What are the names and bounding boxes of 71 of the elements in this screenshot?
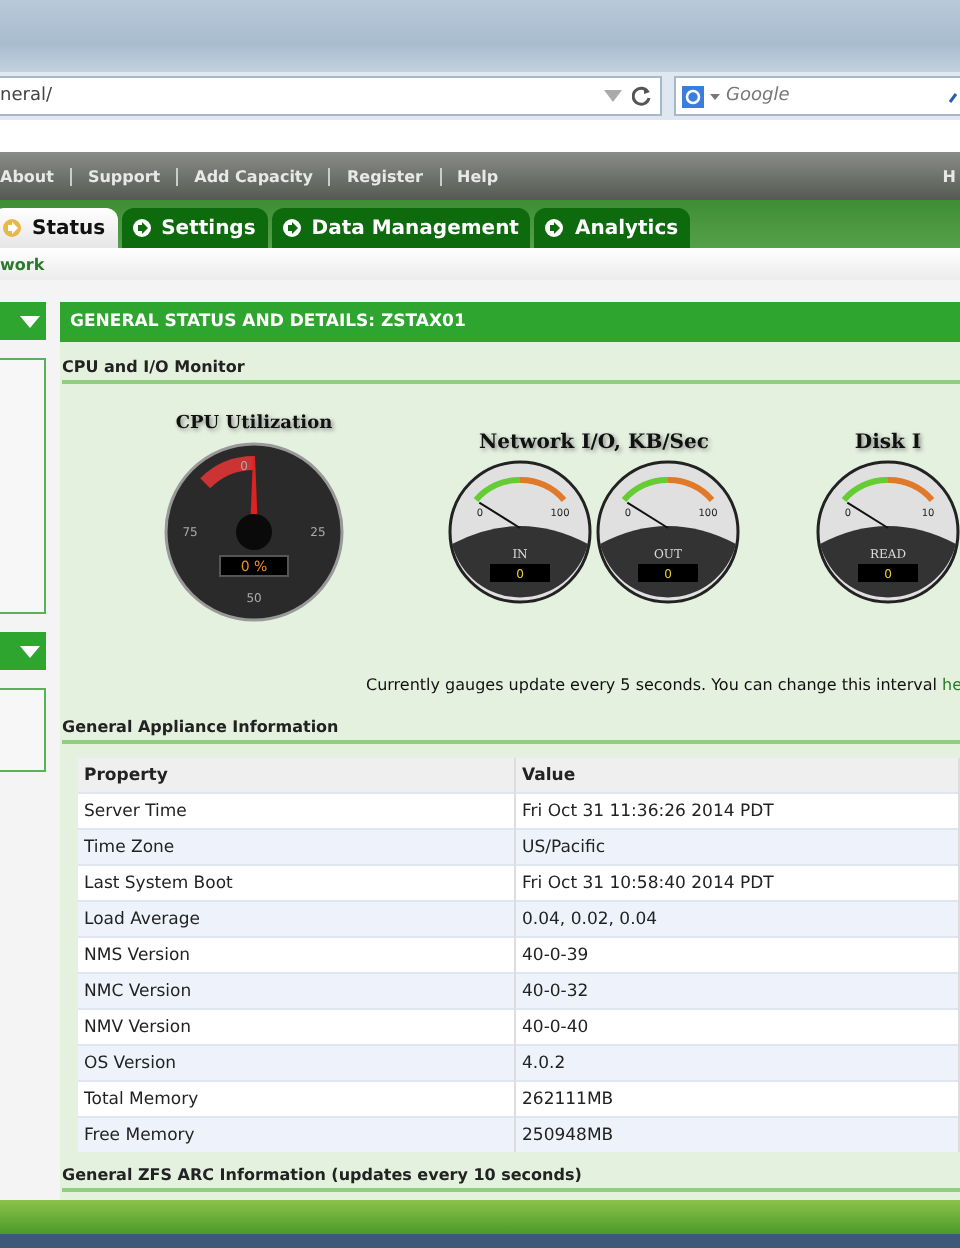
scale-arc bbox=[473, 477, 567, 503]
section-heading: General Appliance Information bbox=[62, 718, 960, 744]
table-cell: 262111MB bbox=[515, 1081, 959, 1117]
address-text: neral/ bbox=[0, 86, 54, 106]
needle bbox=[478, 501, 521, 529]
tab[interactable]: Data Management bbox=[271, 208, 531, 248]
table-cell: 40-0-40 bbox=[515, 1009, 959, 1045]
arrow-icon bbox=[2, 218, 22, 238]
table-cell: 40-0-39 bbox=[515, 937, 959, 973]
dropdown-icon bbox=[604, 90, 622, 102]
table-cell: Fri Oct 31 11:36:26 2014 PDT bbox=[515, 793, 959, 829]
table-cell: US/Pacific bbox=[515, 829, 959, 865]
table-cell: Total Memory bbox=[78, 1081, 515, 1117]
table-cell: Fri Oct 31 10:58:40 2014 PDT bbox=[515, 865, 959, 901]
gauge-dial bbox=[816, 460, 960, 604]
panel-title: GENERAL STATUS AND DETAILS: ZSTAX01 bbox=[60, 302, 960, 342]
menu-link[interactable]: H bbox=[942, 167, 960, 185]
needle bbox=[626, 501, 669, 529]
menu-link[interactable]: Register bbox=[346, 167, 423, 185]
table-cell: 40-0-32 bbox=[515, 973, 959, 1009]
search-engine-icon bbox=[682, 85, 704, 107]
tab[interactable]: Analytics bbox=[534, 208, 691, 248]
menu-link[interactable]: About bbox=[0, 167, 54, 185]
menu-link[interactable]: Add Capacity bbox=[194, 167, 313, 185]
search-icon bbox=[948, 88, 960, 104]
search-field[interactable]: Google bbox=[674, 76, 960, 116]
needle bbox=[846, 501, 889, 529]
section-heading: General ZFS ARC Information (updates every 10 seconds) bbox=[62, 1166, 960, 1192]
reload-icon bbox=[632, 86, 652, 106]
table-cell: 4.0.2 bbox=[515, 1045, 959, 1081]
caret-icon bbox=[20, 645, 40, 657]
gauge-title: Disk I bbox=[854, 432, 922, 454]
reading-display bbox=[490, 564, 550, 582]
table-cell: NMV Version bbox=[78, 1009, 515, 1045]
table-cell: 0.04, 0.02, 0.04 bbox=[515, 901, 959, 937]
table-cell: Free Memory bbox=[78, 1117, 515, 1152]
reading-display bbox=[858, 564, 918, 582]
section-heading: CPU and I/O Monitor bbox=[62, 358, 960, 384]
sidebar-header[interactable] bbox=[0, 632, 46, 670]
arrow-icon bbox=[281, 218, 302, 238]
gauge-title: CPU Utilization bbox=[175, 414, 333, 434]
scale-arc bbox=[841, 477, 935, 503]
gauge-title: Network I/O, KB/Sec bbox=[479, 432, 709, 454]
table-cell: 250948MB bbox=[515, 1117, 959, 1152]
arrow-icon bbox=[544, 218, 565, 238]
menu-link[interactable]: Help bbox=[457, 167, 499, 185]
column-header: Value bbox=[515, 758, 959, 793]
table-cell: NMC Version bbox=[78, 973, 515, 1009]
table-cell: Time Zone bbox=[78, 829, 515, 865]
scale-arc bbox=[621, 477, 715, 503]
arrow-icon bbox=[131, 218, 152, 238]
gauge-dial bbox=[448, 460, 592, 604]
table-cell: NMS Version bbox=[78, 937, 515, 973]
menu-link[interactable]: Support bbox=[87, 167, 161, 185]
table-cell: OS Version bbox=[78, 1045, 515, 1081]
gauge-dial bbox=[596, 460, 740, 604]
sidebar-header[interactable] bbox=[0, 302, 46, 340]
table-cell: Last System Boot bbox=[78, 865, 515, 901]
needle-hub bbox=[236, 514, 272, 550]
dropdown-icon bbox=[710, 93, 720, 99]
tab[interactable]: Status bbox=[0, 208, 118, 248]
search-placeholder: Google bbox=[726, 86, 792, 106]
breadcrumb-link[interactable]: work bbox=[0, 255, 45, 273]
caret-icon bbox=[20, 315, 40, 327]
table-cell: Load Average bbox=[78, 901, 515, 937]
address-field[interactable]: neral/ bbox=[0, 76, 662, 116]
reading-display bbox=[638, 564, 698, 582]
reading-display bbox=[219, 555, 289, 577]
table-cell: Server Time bbox=[78, 793, 515, 829]
tab[interactable]: Settings bbox=[121, 208, 268, 248]
column-header: Property bbox=[78, 758, 515, 793]
